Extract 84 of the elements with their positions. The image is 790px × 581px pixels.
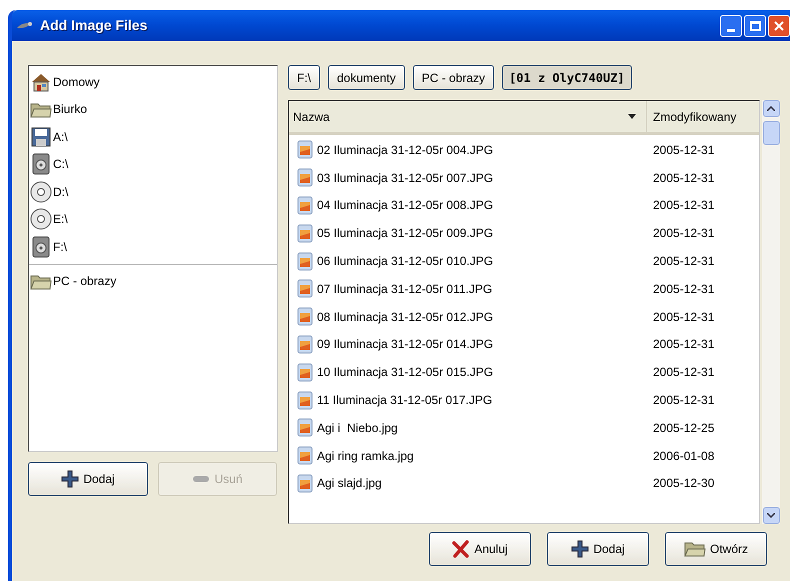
file-row[interactable]: 04 Iluminacja 31-12-05r 008.JPG 2005-12-31 [289, 192, 759, 220]
maximize-button[interactable] [744, 14, 766, 36]
path-button[interactable]: PC - obrazy [412, 65, 494, 90]
file-name: 11 Iluminacja 31-12-05r 017.JPG [317, 392, 494, 410]
file-name: Agi ring ramka.jpg [317, 448, 415, 465]
plus-icon [571, 540, 590, 558]
add-button[interactable]: Dodaj [28, 462, 148, 496]
modified-date: 2005-12-30 [652, 475, 716, 492]
modified-date: 2005-12-31 [652, 280, 716, 298]
window-title: Add Image Files [40, 16, 148, 35]
scroll-up-icon [767, 106, 775, 111]
image-file-icon [297, 140, 313, 160]
places-item[interactable]: E:\ [29, 206, 277, 233]
modified-date: 2005-12-25 [652, 420, 716, 437]
file-row[interactable]: Agi i Niebo.jpg 2005-12-25 [289, 414, 759, 442]
close-icon [774, 20, 784, 30]
file-name: 09 Iluminacja 31-12-05r 014.JPG [317, 336, 494, 354]
file-name: 03 Iluminacja 31-12-05r 007.JPG [317, 170, 494, 187]
modified-date: 2005-12-31 [652, 364, 716, 382]
cancel-button[interactable]: Anuluj [429, 532, 531, 566]
image-file-icon [297, 224, 313, 243]
file-row[interactable]: 11 Iluminacja 31-12-05r 017.JPG 2005-12-31 [289, 386, 759, 414]
modified-date: 2005-12-31 [652, 253, 716, 270]
open-button[interactable]: Otwórz [665, 532, 767, 566]
file-row[interactable]: Agi slajd.jpg 2005-12-30 [289, 470, 759, 498]
folder-icon [684, 540, 706, 558]
column-header[interactable]: Zmodyfikowany [647, 101, 759, 132]
file-row[interactable]: 09 Iluminacja 31-12-05r 014.JPG 2005-12-31 [289, 330, 759, 358]
image-file-icon [297, 252, 313, 271]
modified-date: 2006-01-08 [652, 448, 716, 465]
file-name: Agi i Niebo.jpg [317, 420, 399, 437]
scroll-thumb[interactable] [762, 121, 780, 145]
modified-date: 2005-12-31 [652, 225, 716, 242]
file-row[interactable]: 03 Iluminacja 31-12-05r 007.JPG 2005-12-31 [289, 164, 759, 192]
path-button[interactable]: F:\ [288, 65, 320, 90]
modified-date: 2005-12-31 [652, 392, 716, 410]
image-file-icon [297, 279, 313, 298]
places-item[interactable]: Domowy [29, 68, 277, 96]
places-item[interactable]: Biurko [29, 96, 277, 123]
image-file-icon [297, 196, 313, 215]
file-row[interactable]: 05 Iluminacja 31-12-05r 009.JPG 2005-12-31 [289, 219, 759, 248]
image-file-icon [297, 334, 313, 354]
file-name: 07 Iluminacja 31-12-05r 011.JPG [317, 280, 494, 298]
file-row[interactable]: 06 Iluminacja 31-12-05r 010.JPG 2005-12-31 [289, 247, 759, 275]
file-name: Agi slajd.jpg [317, 475, 383, 492]
scroll-down-icon [767, 513, 775, 518]
close-button[interactable] [768, 14, 790, 36]
cross-icon [452, 540, 470, 558]
file-name: 04 Iluminacja 31-12-05r 008.JPG [317, 197, 494, 214]
places-item[interactable]: A:\ [29, 123, 277, 150]
minimize-button[interactable] [720, 14, 742, 36]
image-file-icon [297, 390, 313, 410]
image-file-icon [297, 307, 313, 326]
file-row[interactable]: 08 Iluminacja 31-12-05r 012.JPG 2005-12-31 [289, 302, 759, 331]
image-file-icon [297, 418, 313, 438]
places-item[interactable]: D:\ [29, 178, 277, 206]
plus-icon [61, 470, 80, 488]
column-header[interactable]: Nazwa [289, 101, 647, 132]
file-name: 05 Iluminacja 31-12-05r 009.JPG [317, 225, 494, 242]
modified-date: 2005-12-31 [652, 142, 716, 159]
path-button[interactable]: [01 z OlyC740UZ] [502, 65, 632, 90]
file-name: 06 Iluminacja 31-12-05r 010.JPG [317, 253, 494, 270]
path-button[interactable]: dokumenty [328, 65, 405, 90]
modified-date: 2005-12-31 [652, 308, 716, 326]
file-row[interactable]: Agi ring ramka.jpg 2006-01-08 [289, 442, 759, 470]
image-file-icon [297, 446, 313, 466]
file-name: 02 Iluminacja 31-12-05r 004.JPG [317, 142, 494, 159]
file-name: 08 Iluminacja 31-12-05r 012.JPG [317, 308, 494, 326]
scrollbar[interactable] [762, 100, 780, 524]
file-name: 10 Iluminacja 31-12-05r 015.JPG [317, 364, 494, 382]
image-file-icon [297, 474, 313, 493]
image-file-icon [297, 168, 313, 188]
file-row[interactable]: 02 Iluminacja 31-12-05r 004.JPG 2005-12-31 [289, 136, 759, 164]
modified-date: 2005-12-31 [652, 197, 716, 214]
places-item[interactable]: PC - obrazy [29, 268, 277, 295]
image-file-icon [297, 362, 313, 382]
modified-date: 2005-12-31 [652, 336, 716, 354]
places-item[interactable]: F:\ [29, 233, 277, 260]
file-row[interactable]: 07 Iluminacja 31-12-05r 011.JPG 2005-12-31 [289, 274, 759, 303]
file-row[interactable]: 10 Iluminacja 31-12-05r 015.JPG 2005-12-31 [289, 358, 759, 386]
add-button[interactable]: Dodaj [547, 532, 649, 566]
minus-icon [192, 475, 210, 483]
places-item[interactable]: C:\ [29, 150, 277, 178]
modified-date: 2005-12-31 [652, 170, 716, 187]
